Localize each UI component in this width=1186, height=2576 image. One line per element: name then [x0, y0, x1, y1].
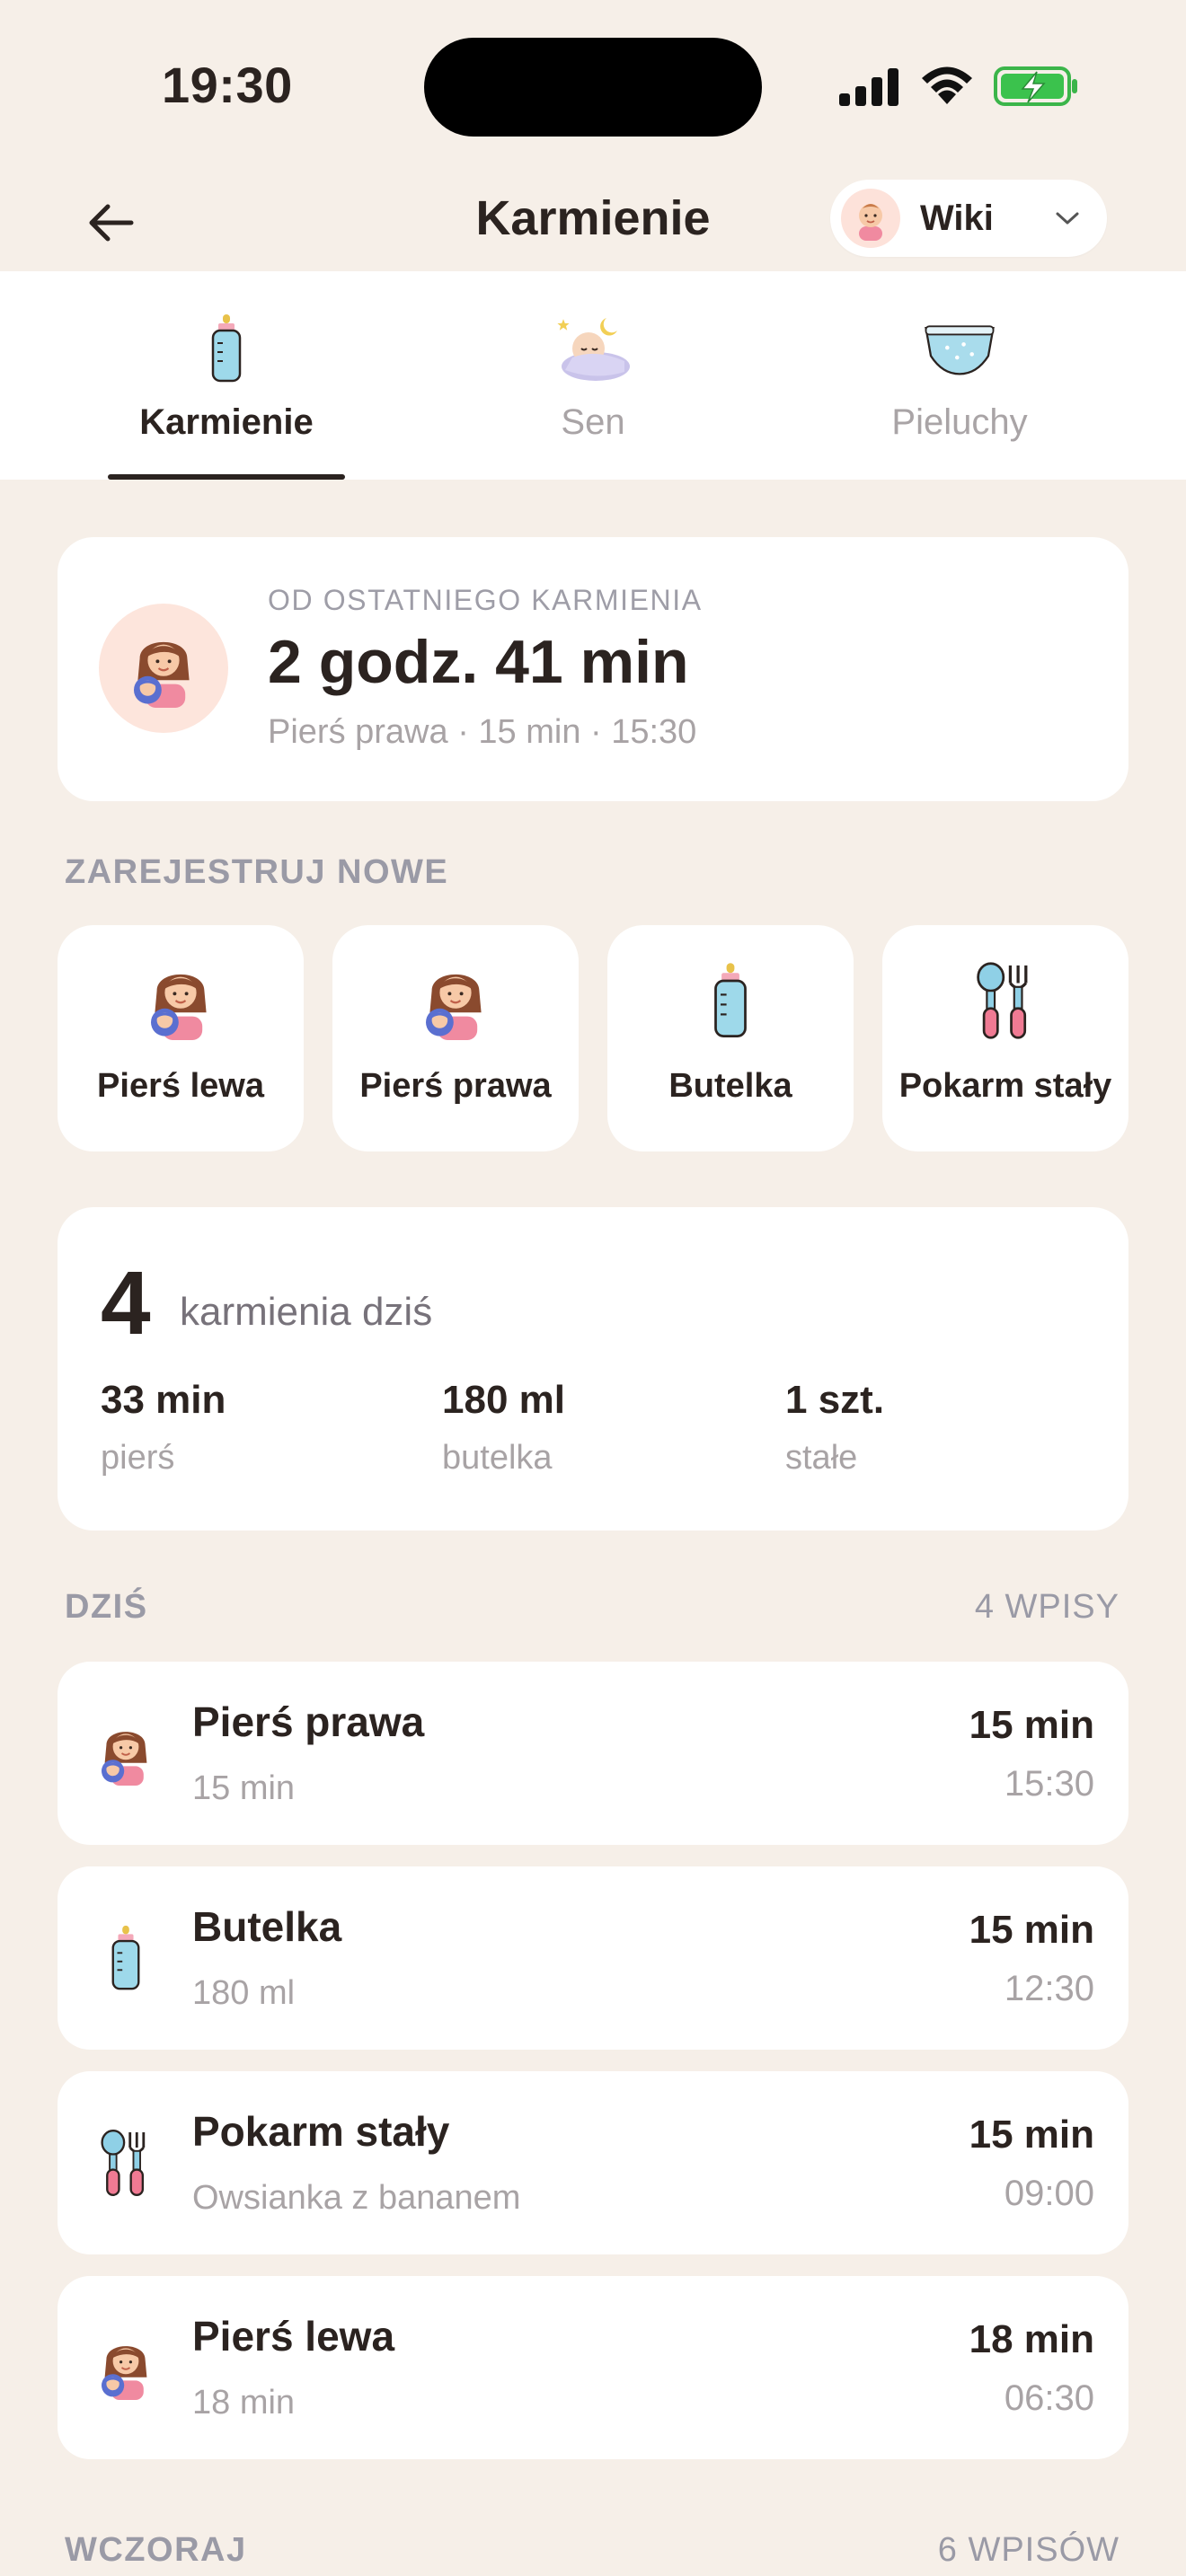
bottle-icon: [208, 313, 244, 384]
stat-breast-label: pierś: [101, 1439, 175, 1477]
entry-duration: 15 min: [969, 1908, 1094, 1952]
register-section-label: ZAREJESTRUJ NOWE: [65, 853, 449, 891]
feedings-count-label: karmienia dziś: [180, 1290, 433, 1334]
tab-karmienie[interactable]: Karmienie: [29, 271, 424, 480]
quick-add-right-breast-button[interactable]: Pierś prawa: [332, 925, 579, 1151]
feeding-entry[interactable]: Pierś prawa 15 min 15 min 15:30: [58, 1662, 1128, 1845]
entry-time: 12:30: [1004, 1969, 1094, 2008]
entry-icon: [92, 2127, 160, 2199]
active-tab-indicator: [108, 474, 345, 480]
quick-add-label: Butelka: [668, 1067, 792, 1105]
entry-duration: 15 min: [969, 2113, 1094, 2157]
breastfeeding-icon: [141, 961, 220, 1040]
today-section-label: DZIŚ: [65, 1588, 148, 1626]
entry-title: Butelka: [192, 1903, 342, 1950]
entry-subtitle: Owsianka z bananem: [192, 2179, 521, 2217]
entry-title: Pierś lewa: [192, 2313, 395, 2360]
profile-selector[interactable]: Wiki: [830, 180, 1107, 257]
chevron-down-icon: [1056, 212, 1079, 225]
yesterday-section-label: WCZORAJ: [65, 2531, 247, 2569]
last-feeding-elapsed: 2 godz. 41 min: [268, 628, 689, 696]
feeding-entry[interactable]: Pierś lewa 18 min 18 min 06:30: [58, 2276, 1128, 2459]
sleeping-baby-icon: [553, 313, 633, 384]
entry-icon: [92, 1922, 160, 1994]
tab-pieluchy[interactable]: Pieluchy: [762, 271, 1157, 480]
tab-sen[interactable]: Sen: [395, 271, 791, 480]
tab-label: Pieluchy: [891, 402, 1028, 442]
quick-add-left-breast-button[interactable]: Pierś lewa: [58, 925, 304, 1151]
battery-charging-icon: [994, 66, 1077, 106]
stat-solid-value: 1 szt.: [785, 1378, 885, 1422]
quick-add-label: Pokarm stały: [898, 1067, 1112, 1105]
status-icons: [839, 61, 1080, 111]
profile-name: Wiki: [920, 198, 994, 238]
entry-icon: [92, 1717, 160, 1789]
quick-add-bottle-button[interactable]: Butelka: [607, 925, 854, 1151]
breastfeeding-icon: [416, 961, 495, 1040]
quick-add-label: Pierś prawa: [359, 1067, 552, 1105]
stat-bottle-label: butelka: [442, 1439, 553, 1477]
breastfeeding-icon: [93, 1721, 158, 1786]
status-time: 19:30: [162, 57, 293, 113]
entry-title: Pierś prawa: [192, 1698, 425, 1745]
baby-avatar-icon: [859, 204, 882, 241]
tab-label: Karmienie: [139, 402, 314, 442]
diaper-icon: [922, 320, 997, 377]
yesterday-entries-count: 6 WPISÓW: [937, 2531, 1120, 2569]
breastfeeding-icon: [124, 629, 203, 708]
bottle-icon: [711, 961, 750, 1040]
breastfeeding-icon: [93, 2335, 158, 2400]
daily-summary-card: 4 karmienia dziś 33 min pierś 180 ml but…: [58, 1207, 1128, 1531]
wifi-icon: [922, 66, 972, 104]
entry-duration: 15 min: [969, 1703, 1094, 1747]
spoon-fork-icon: [96, 2129, 155, 2197]
last-feeding-card: OD OSTATNIEGO KARMIENIA 2 godz. 41 min P…: [58, 537, 1128, 801]
feedings-count: 4: [101, 1253, 151, 1354]
entry-subtitle: 180 ml: [192, 1974, 296, 2012]
spoon-fork-icon: [971, 961, 1040, 1040]
entry-subtitle: 18 min: [192, 2384, 296, 2422]
entry-duration: 18 min: [969, 2317, 1094, 2361]
entry-icon: [92, 2332, 160, 2404]
entry-time: 15:30: [1004, 1764, 1094, 1804]
last-feeding-avatar: [99, 604, 228, 733]
stat-breast-value: 33 min: [101, 1378, 226, 1422]
entry-time: 06:30: [1004, 2378, 1094, 2418]
entry-time: 09:00: [1004, 2174, 1094, 2213]
bottle-icon: [109, 1924, 143, 1992]
entry-subtitle: 15 min: [192, 1769, 296, 1807]
stat-solid-label: stałe: [785, 1439, 858, 1477]
tab-label: Sen: [561, 402, 625, 442]
feeding-entry[interactable]: Butelka 180 ml 15 min 12:30: [58, 1866, 1128, 2050]
stat-bottle-value: 180 ml: [442, 1378, 565, 1422]
last-feeding-eyebrow: OD OSTATNIEGO KARMIENIA: [268, 584, 703, 616]
entry-title: Pokarm stały: [192, 2108, 450, 2155]
quick-add-label: Pierś lewa: [97, 1067, 264, 1105]
last-feeding-detail: Pierś prawa · 15 min · 15:30: [268, 713, 697, 751]
dynamic-island: [424, 38, 762, 137]
avatar: [841, 189, 900, 248]
signal-icon: [839, 68, 898, 106]
today-entries-count: 4 WPISY: [974, 1588, 1120, 1626]
quick-add-solid-food-button[interactable]: Pokarm stały: [882, 925, 1128, 1151]
feeding-entry[interactable]: Pokarm stały Owsianka z bananem 15 min 0…: [58, 2071, 1128, 2254]
tab-bar: Karmienie Sen Pieluchy: [0, 271, 1186, 480]
